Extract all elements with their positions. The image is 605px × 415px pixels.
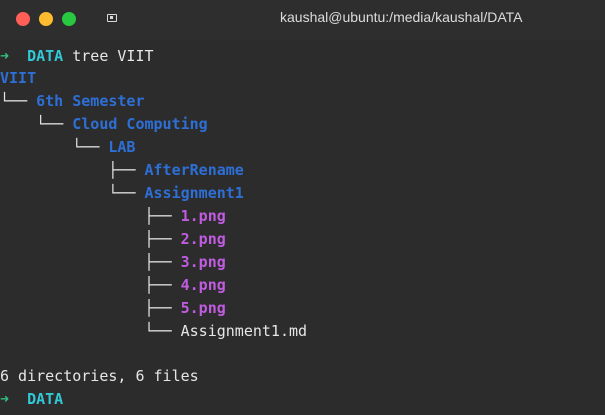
tree-branch: ├── (0, 230, 181, 248)
close-button[interactable] (16, 12, 30, 26)
tree-line: └── LAB (0, 136, 135, 158)
terminal-icon (107, 14, 117, 22)
tree-line: ├── 4.png (0, 274, 226, 296)
command-text: tree VIIT (72, 47, 154, 65)
command-line: ➜ DATA tree VIIT (0, 45, 154, 67)
tree-branch: ├── (0, 207, 181, 225)
tree-branch: ├── (0, 299, 181, 317)
terminal-output[interactable]: ➜ DATA tree VIIT VIIT └── 6th Semester └─… (0, 40, 605, 415)
file-name: 5.png (180, 299, 226, 317)
file-name: 2.png (180, 230, 226, 248)
directory-name: AfterRename (144, 161, 244, 179)
directory-name: Assignment1 (144, 184, 244, 202)
tree-branch: └── (0, 115, 73, 133)
tree-branch: └── (0, 322, 181, 340)
directory-name: 6th Semester (36, 92, 145, 110)
tree-line: ├── 3.png (0, 251, 226, 273)
prompt-arrow: ➜ (0, 390, 10, 408)
tree-branch: └── (0, 138, 109, 156)
tree-branch: ├── (0, 161, 145, 179)
file-name: 3.png (180, 253, 226, 271)
tree-branch: ├── (0, 253, 181, 271)
directory-name: VIIT (0, 69, 37, 87)
directory-name: Cloud Computing (72, 115, 208, 133)
minimize-button[interactable] (39, 12, 53, 26)
terminal-window: kaushal@ubuntu:/media/kaushal/DATA ➜ DAT… (0, 0, 605, 415)
tree-branch: ├── (0, 276, 181, 294)
file-name: Assignment1.md (180, 322, 308, 340)
file-name: 1.png (180, 207, 226, 225)
title-bar[interactable]: kaushal@ubuntu:/media/kaushal/DATA (0, 0, 605, 40)
tree-line: └── Assignment1.md (0, 320, 307, 342)
prompt-arrow: ➜ (0, 47, 10, 65)
directory-name: LAB (108, 138, 136, 156)
window-title: kaushal@ubuntu:/media/kaushal/DATA (280, 9, 523, 25)
prompt-directory: DATA (27, 390, 64, 408)
tree-branch: └── (0, 184, 145, 202)
prompt-directory: DATA (27, 47, 64, 65)
tree-line: ├── 5.png (0, 297, 226, 319)
tree-line: VIIT (0, 67, 36, 89)
file-name: 4.png (180, 276, 226, 294)
tree-line: └── Cloud Computing (0, 113, 208, 135)
tree-branch: └── (0, 92, 37, 110)
summary-line: 6 directories, 6 files (0, 367, 199, 385)
tree-line: ├── AfterRename (0, 159, 244, 181)
tree-line: └── Assignment1 (0, 182, 244, 204)
tree-line: ├── 1.png (0, 205, 226, 227)
prompt-line: ➜ DATA (0, 388, 63, 410)
tree-line: ├── 2.png (0, 228, 226, 250)
maximize-button[interactable] (62, 12, 76, 26)
tree-line: └── 6th Semester (0, 90, 145, 112)
